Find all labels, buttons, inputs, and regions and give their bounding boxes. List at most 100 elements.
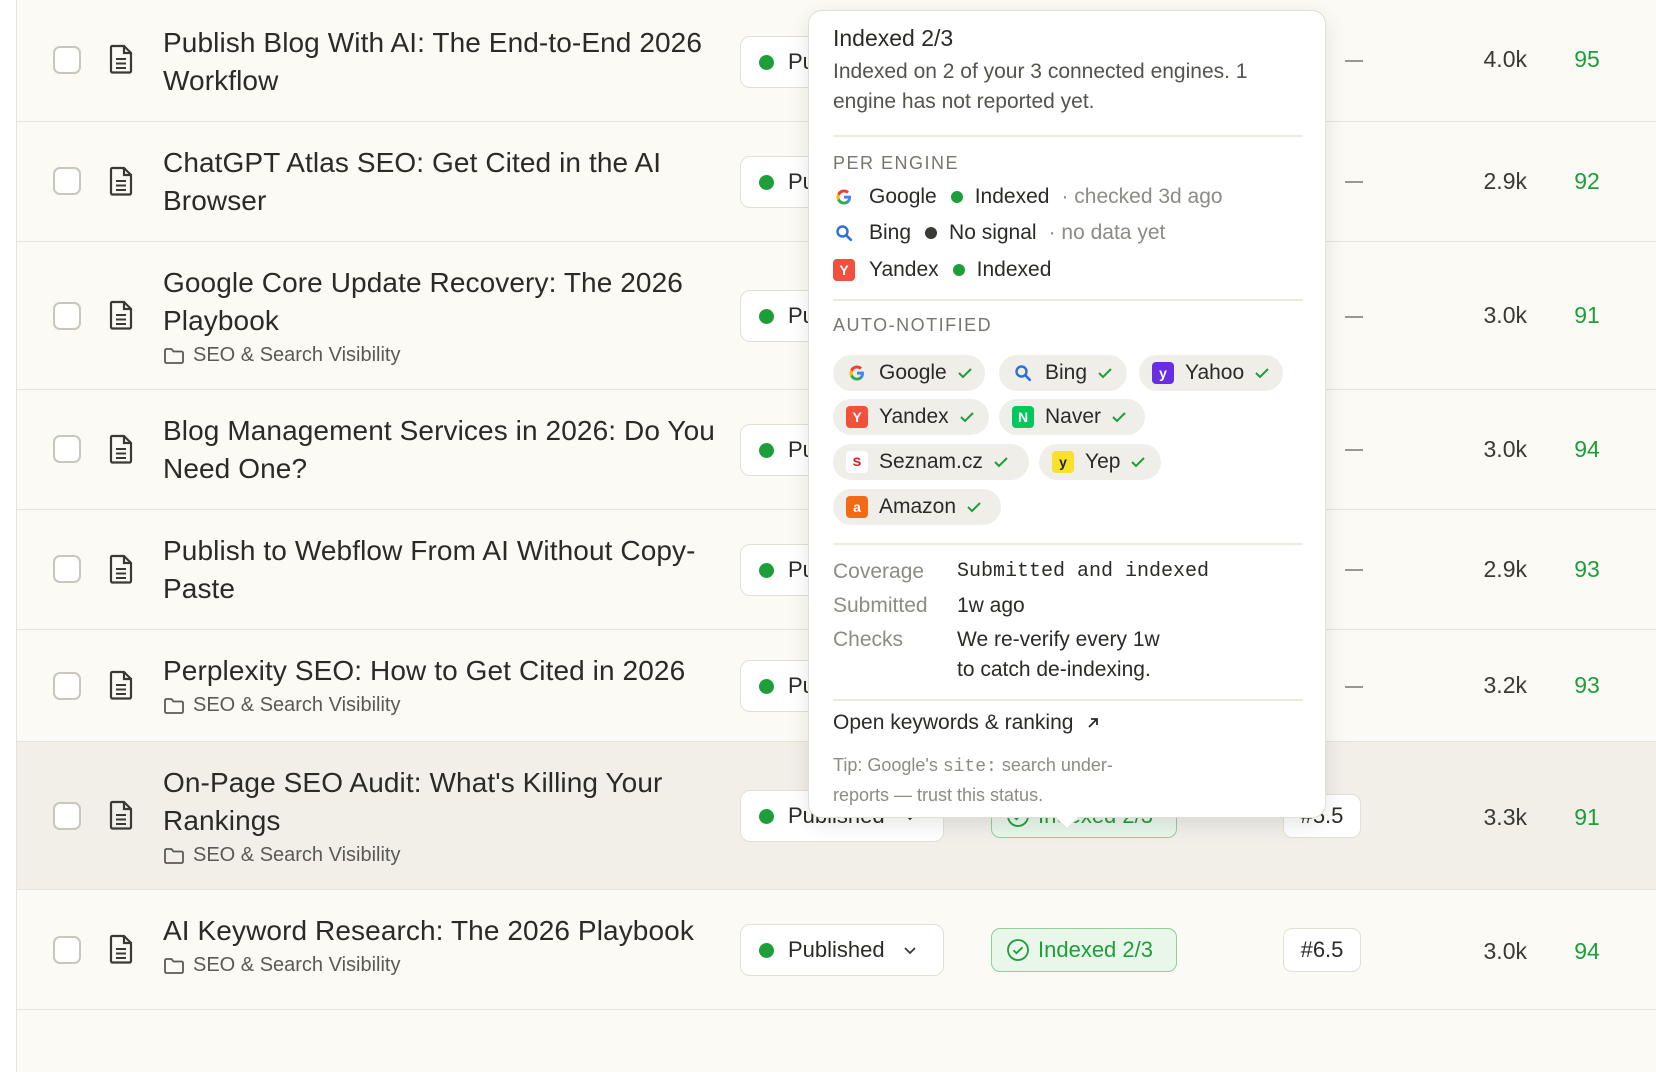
status-dot-icon <box>759 442 774 458</box>
post-title[interactable]: Publish Blog With AI: The End-to-End 202… <box>163 24 723 100</box>
word-count: 2.9k <box>1483 556 1527 582</box>
rank-empty-dash <box>1345 60 1363 62</box>
auto-notified-label: AUTO-NOTIFIED <box>833 315 993 335</box>
notified-chip-yandex: Y Yandex <box>833 399 989 435</box>
row-checkbox[interactable] <box>53 435 81 463</box>
popover-title: Indexed 2/3 <box>833 25 954 51</box>
post-category[interactable]: SEO & Search Visibility <box>163 954 723 977</box>
yep-icon: y <box>1051 450 1075 474</box>
seznam-icon: s <box>845 450 869 474</box>
row-checkbox[interactable] <box>53 302 81 330</box>
checkmark-icon <box>959 412 974 423</box>
seo-score: 91 <box>1574 302 1600 328</box>
folder-icon <box>164 847 184 864</box>
post-title[interactable]: Blog Management Services in 2026: Do You… <box>163 412 723 488</box>
engine-row-yandex: Y Yandex Indexed <box>833 258 1051 282</box>
post-title[interactable]: Publish to Webflow From AI Without Copy-… <box>163 532 723 608</box>
post-title[interactable]: On-Page SEO Audit: What's Killing Your R… <box>163 764 723 840</box>
rank-empty-dash <box>1345 449 1363 451</box>
checkmark-icon <box>1131 457 1146 468</box>
engine-row-bing: Bing No signal · no data yet <box>833 221 1165 245</box>
document-icon <box>109 670 133 700</box>
status-dot-icon <box>952 264 965 276</box>
naver-icon: N <box>1011 405 1035 429</box>
checkmark-icon <box>1098 368 1112 379</box>
open-keywords-ranking-link[interactable]: Open keywords & ranking <box>833 711 1101 735</box>
notified-chip-google: Google <box>833 355 985 391</box>
document-icon <box>109 166 133 196</box>
popover-description: Indexed on 2 of your 3 connected engines… <box>833 60 1248 113</box>
engine-row-google: Google Indexed · checked 3d ago <box>833 185 1223 209</box>
seo-score: 92 <box>1574 168 1600 194</box>
per-engine-label: PER ENGINE <box>833 153 960 173</box>
status-dot-icon <box>759 808 774 824</box>
external-arrow-icon <box>1088 718 1099 728</box>
word-count: 3.2k <box>1483 672 1527 698</box>
divider <box>833 699 1303 701</box>
checkmark-icon <box>958 368 972 379</box>
row-checkbox[interactable] <box>53 672 81 700</box>
document-icon <box>109 554 133 584</box>
status-dot-icon <box>950 191 963 203</box>
word-count: 3.0k <box>1483 436 1527 462</box>
notified-chip-seznam: s Seznam.cz <box>833 444 1029 480</box>
notified-chip-bing: Bing <box>999 355 1127 391</box>
submitted-row: Submitted 1w ago <box>833 594 1025 617</box>
rank-empty-dash <box>1345 316 1363 318</box>
status-dot-icon <box>759 678 774 694</box>
chevron-down-icon <box>904 947 916 955</box>
checkmark-icon <box>1255 368 1269 379</box>
amazon-icon: a <box>845 495 869 519</box>
checkmark-icon <box>994 457 1008 468</box>
seo-score: 94 <box>1574 436 1600 462</box>
bing-search-icon <box>833 222 855 244</box>
checkmark-icon <box>967 502 981 513</box>
checks-row: Checks We re-verify every 1w to catch de… <box>833 628 1160 681</box>
post-category[interactable]: SEO & Search Visibility <box>163 844 723 867</box>
bing-search-icon <box>1011 361 1035 385</box>
divider <box>833 135 1303 137</box>
indexed-status-badge[interactable]: Indexed 2/3 <box>991 928 1177 972</box>
seo-score: 94 <box>1574 938 1600 964</box>
row-checkbox[interactable] <box>53 555 81 583</box>
status-dropdown[interactable]: Published <box>740 924 944 976</box>
document-icon <box>109 934 133 964</box>
row-checkbox[interactable] <box>53 802 81 830</box>
yandex-icon: Y <box>833 259 855 281</box>
word-count: 3.0k <box>1483 938 1527 964</box>
divider <box>833 299 1303 301</box>
indexing-popover: Indexed 2/3 Indexed on 2 of your 3 conne… <box>808 10 1326 830</box>
row-checkbox[interactable] <box>53 46 81 74</box>
seo-score: 93 <box>1574 556 1600 582</box>
document-icon <box>109 800 133 830</box>
post-title[interactable]: Google Core Update Recovery: The 2026 Pl… <box>163 264 723 340</box>
seo-score: 93 <box>1574 672 1600 698</box>
status-dot-icon <box>759 174 774 190</box>
document-icon <box>109 434 133 464</box>
post-category[interactable]: SEO & Search Visibility <box>163 694 723 717</box>
document-icon <box>109 300 133 330</box>
status-dot-icon <box>759 308 774 324</box>
folder-icon <box>164 347 184 364</box>
status-dot-icon <box>925 227 938 239</box>
table-row[interactable]: AI Keyword Research: The 2026 Playbook S… <box>17 890 1656 1010</box>
yahoo-icon: y <box>1151 361 1175 385</box>
status-dot-icon <box>759 942 774 958</box>
post-title[interactable]: Perplexity SEO: How to Get Cited in 2026 <box>163 652 723 690</box>
post-title[interactable]: AI Keyword Research: The 2026 Playbook <box>163 912 723 950</box>
row-checkbox[interactable] <box>53 167 81 195</box>
coverage-row: Coverage Submitted and indexed <box>833 560 1210 583</box>
rank-empty-dash <box>1345 569 1363 571</box>
post-title[interactable]: ChatGPT Atlas SEO: Get Cited in the AI B… <box>163 144 723 220</box>
rank-empty-dash <box>1345 181 1363 183</box>
row-checkbox[interactable] <box>53 936 81 964</box>
rank-badge[interactable]: #6.5 <box>1283 928 1361 972</box>
folder-icon <box>164 697 184 714</box>
word-count: 2.9k <box>1483 168 1527 194</box>
seo-score: 95 <box>1574 46 1600 72</box>
tip-text: Tip: Google's site: search under- report… <box>833 755 1113 805</box>
post-category[interactable]: SEO & Search Visibility <box>163 344 723 367</box>
word-count: 4.0k <box>1483 46 1527 72</box>
notified-chip-amazon: a Amazon <box>833 489 1001 525</box>
google-icon <box>845 361 869 385</box>
